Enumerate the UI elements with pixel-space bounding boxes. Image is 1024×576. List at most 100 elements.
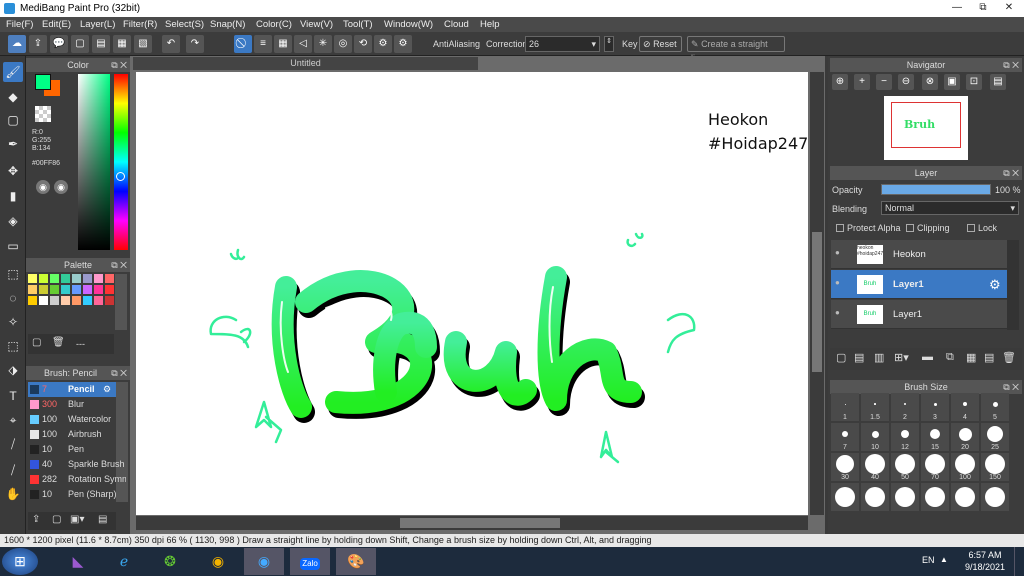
close-window-button[interactable]: ✕ (996, 0, 1022, 16)
trash-icon[interactable]: 🗑 (1002, 351, 1016, 364)
brush-list-item[interactable]: 300 Blur (28, 397, 128, 412)
vertical-scrollbar[interactable] (810, 72, 824, 515)
layer-row[interactable]: ● Bruh Layer1 ⚙ (831, 270, 1007, 299)
operation-tool-icon[interactable]: ⌖ (3, 410, 23, 430)
folder-icon[interactable]: ▬ (922, 351, 933, 363)
dot-tool-icon[interactable]: ▢ (3, 110, 23, 130)
palette-swatch[interactable] (61, 285, 70, 294)
visibility-icon[interactable]: ● (835, 248, 840, 257)
menu-snap[interactable]: Snap(N) (210, 19, 245, 30)
trash-icon[interactable]: 🗑 (52, 337, 65, 348)
brush-size-option[interactable]: 7 (831, 423, 859, 451)
visibility-icon[interactable]: ● (835, 308, 840, 317)
lock-checkbox[interactable] (967, 224, 975, 232)
parallel-snap-icon[interactable]: ≡ (254, 35, 272, 53)
new-palette-icon[interactable]: ▢ (32, 337, 41, 348)
opacity-slider[interactable] (881, 184, 991, 195)
brush-size-option[interactable]: 150 (981, 453, 1009, 481)
blending-select[interactable]: Normal ▾ (881, 201, 1019, 215)
brush-size-option[interactable]: 40 (861, 453, 889, 481)
close-icon[interactable]: ⧉ ✕ (111, 366, 127, 380)
menu-file[interactable]: File(F) (6, 19, 33, 30)
palette-swatch[interactable] (39, 274, 48, 283)
start-button-icon[interactable]: ⊞ (2, 548, 38, 575)
chrome-icon[interactable]: ◉ (198, 548, 238, 575)
save-icon[interactable]: ▤ (92, 35, 110, 53)
gear-icon[interactable]: ⚙ (103, 382, 111, 397)
internet-explorer-icon[interactable]: ℯ (104, 548, 144, 575)
palette-swatch[interactable] (94, 285, 103, 294)
merge-layer-icon[interactable]: ▦ (966, 351, 976, 364)
close-icon[interactable]: ⧉ ✕ (111, 58, 127, 72)
eyedropper-icon[interactable]: ⧸ (3, 434, 23, 454)
palette-swatch[interactable] (72, 274, 81, 283)
brush-size-option[interactable]: 50 (891, 453, 919, 481)
brush-size-option[interactable] (981, 483, 1009, 511)
brush-size-option[interactable]: 1 (831, 393, 859, 421)
rotate-icon[interactable]: ⊗ (922, 74, 938, 90)
brush-list-item[interactable]: 7 Pencil ⚙ (28, 382, 116, 397)
zoom-reset-icon[interactable]: ⊖ (898, 74, 914, 90)
gradient-tool-icon[interactable]: ▭ (3, 236, 23, 256)
canvas[interactable]: Heokon #Hoidap247 (136, 72, 808, 515)
close-icon[interactable]: ⧉ ✕ (1003, 166, 1019, 180)
layer-row[interactable]: ● heokon #hoidap247 Heokon (831, 240, 1007, 269)
brush-list-item[interactable]: 282 Rotation Symmetry (28, 472, 128, 487)
hue-handle[interactable] (116, 172, 125, 181)
grid-snap-icon[interactable]: ▦ (274, 35, 292, 53)
menu-select[interactable]: Select(S) (165, 19, 204, 30)
reset-button[interactable]: ⊘ Reset (639, 36, 682, 52)
palette-swatch[interactable] (105, 274, 114, 283)
brush-size-option[interactable]: 100 (951, 453, 979, 481)
brush-list-item[interactable]: 10 Pen (Sharp) (28, 487, 128, 502)
palette-swatch[interactable] (72, 285, 81, 294)
palette-swatch[interactable] (83, 274, 92, 283)
menu-filter[interactable]: Filter(R) (123, 19, 157, 30)
palette-swatch[interactable] (61, 296, 70, 305)
flip-icon[interactable]: ⊡ (966, 74, 982, 90)
brush-size-option[interactable] (891, 483, 919, 511)
palette-swatch[interactable] (61, 274, 70, 283)
brush-size-option[interactable]: 15 (921, 423, 949, 451)
select-eraser-icon[interactable]: ⬗ (3, 360, 23, 380)
new-brush-icon[interactable]: ▢ (52, 514, 61, 525)
brush-size-option[interactable]: 12 (891, 423, 919, 451)
zoom-out-icon[interactable]: − (876, 74, 892, 90)
transparent-swatch[interactable] (35, 106, 51, 122)
bucket-tool-icon[interactable]: ◈ (3, 211, 23, 231)
perspective-snap-icon[interactable]: ◁ (294, 35, 312, 53)
menu-help[interactable]: Help (480, 19, 500, 30)
circle-snap-icon[interactable]: ◎ (334, 35, 352, 53)
horizontal-scroll-thumb[interactable] (400, 518, 560, 528)
palette-swatch[interactable] (28, 296, 37, 305)
brush-list-item[interactable]: 10 Pen (28, 442, 128, 457)
foreground-color-swatch[interactable] (35, 74, 51, 90)
move-tool-icon[interactable]: ✥ (3, 161, 23, 181)
new-layer-icon[interactable]: ▢ (836, 351, 846, 364)
clipping-checkbox[interactable] (906, 224, 914, 232)
visibility-icon[interactable]: ● (835, 278, 840, 287)
brush-size-option[interactable]: 25 (981, 423, 1009, 451)
eyedropper-2-icon[interactable]: ⧸ (3, 460, 23, 480)
redo-icon[interactable]: ↷ (186, 35, 204, 53)
brush-size-option[interactable]: 2 (891, 393, 919, 421)
new-halftone-layer-icon[interactable]: ▤ (854, 351, 864, 364)
brush-size-option[interactable]: 70 (921, 453, 949, 481)
brush-size-option[interactable]: 4 (951, 393, 979, 421)
close-icon[interactable]: ⧉ ✕ (1003, 58, 1019, 72)
palette-swatch[interactable] (83, 296, 92, 305)
minimize-button[interactable]: — (944, 0, 970, 16)
show-desktop-button[interactable] (1014, 547, 1024, 576)
color-settings-icon[interactable]: ◉ (54, 180, 68, 194)
menu-view[interactable]: View(V) (300, 19, 333, 30)
close-icon[interactable]: ⧉ ✕ (111, 258, 127, 272)
cloud-brush-icon[interactable]: ⇪ (32, 514, 40, 525)
eraser-tool-icon[interactable]: ◆ (3, 87, 23, 107)
text-tool-icon[interactable]: T (3, 386, 23, 406)
palette-swatch[interactable] (83, 285, 92, 294)
vertical-scroll-thumb[interactable] (812, 232, 822, 372)
pen-tool-icon[interactable]: ✒ (3, 134, 23, 154)
navigator-settings-icon[interactable]: ▤ (990, 74, 1006, 90)
lasso-icon[interactable]: ◌ (3, 288, 23, 308)
tray-arrow-icon[interactable]: ▲ (940, 555, 948, 564)
